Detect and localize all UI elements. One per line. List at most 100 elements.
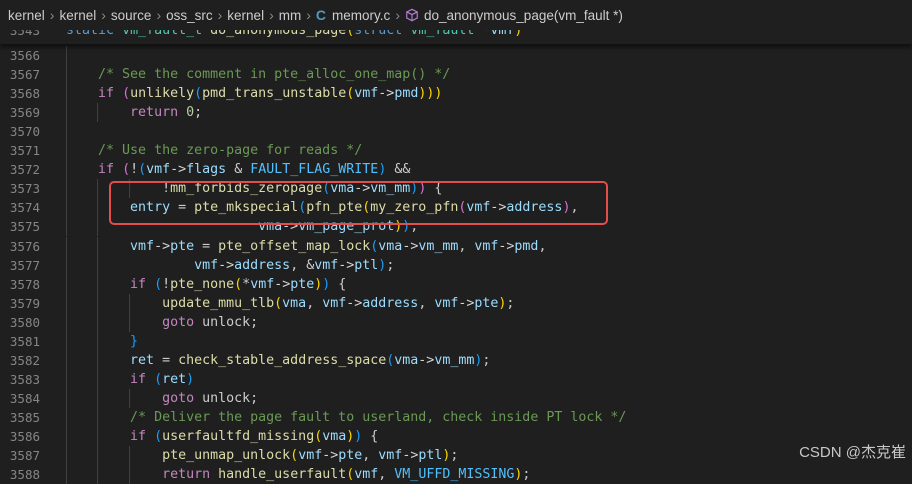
code-line[interactable]: 3576 vmf->pte = pte_offset_map_lock(vma-… (0, 236, 912, 256)
code-line[interactable]: 3588 return handle_userfault(vmf, VM_UFF… (0, 465, 912, 484)
code-line[interactable]: 3586 if (userfaultfd_missing(vma)) { (0, 427, 912, 446)
code-token: /* Use the zero-page for reads */ (98, 143, 363, 159)
code-token: ( (154, 276, 163, 292)
code-line[interactable]: 3582 ret = check_stable_address_space(vm… (0, 350, 912, 370)
code-token: ( (138, 162, 147, 178)
line-number: 3583 (9, 371, 40, 387)
line-number: 3586 (9, 429, 40, 444)
code-token: vmf (434, 295, 459, 311)
code-token: if (98, 162, 115, 178)
code-token: ( (194, 86, 203, 102)
code-token: ! (162, 181, 171, 197)
code-line[interactable]: 3580 goto unlock; (0, 312, 912, 332)
code-token: , & (290, 257, 315, 273)
breadcrumb-segment-mm[interactable]: mm (279, 8, 302, 23)
code-line[interactable]: 3571 /* Use the zero-page for reads */ (0, 141, 912, 161)
breadcrumb-segment-kernel-2[interactable]: kernel (59, 8, 96, 23)
code-text: /* See the comment in pte_alloc_one_map(… (66, 65, 450, 84)
code-line[interactable]: 3587 pte_unmap_unlock(vmf->pte, vmf->ptl… (0, 446, 912, 466)
code-token: { (426, 181, 443, 197)
code-token: ( (234, 276, 243, 292)
code-line[interactable]: 3575 vma->vm_page_prot)); (0, 217, 912, 237)
code-token: ) (186, 371, 195, 387)
cube-icon (405, 8, 419, 22)
line-number: 3577 (9, 257, 40, 273)
breadcrumb-symbol[interactable]: do_anonymous_page(vm_fault *) (424, 8, 623, 23)
code-token: ; (522, 467, 531, 483)
code-token: vmf (146, 162, 171, 178)
code-line[interactable]: 3581 } (0, 331, 912, 351)
code-token: vma (258, 219, 283, 235)
chevron-right-icon: › (395, 7, 400, 23)
code-token: ( (122, 162, 131, 178)
code-token: vma (322, 429, 347, 444)
line-number: 3568 (9, 86, 40, 102)
code-text: if (!pte_none(*vmf->pte)) { (66, 275, 346, 294)
code-text: /* Use the zero-page for reads */ (66, 141, 362, 160)
breadcrumb-segment-kernel[interactable]: kernel (8, 8, 45, 23)
code-text: goto unlock; (66, 313, 258, 332)
code-text: vmf->pte = pte_offset_map_lock(vma->vm_m… (66, 237, 546, 256)
c-file-icon: C (315, 7, 327, 23)
code-token: ptl (354, 257, 379, 273)
code-token: pte (474, 295, 499, 311)
code-token: pmd_trans_unstable (202, 86, 347, 102)
code-line[interactable]: 3584 goto unlock; (0, 388, 912, 408)
code-line[interactable]: 3585 /* Deliver the page fault to userla… (0, 407, 912, 427)
code-token: ! (162, 276, 171, 292)
code-token: ; (410, 219, 419, 235)
code-line[interactable]: 3579 update_mmu_tlb(vma, vmf->address, v… (0, 293, 912, 313)
breadcrumb-segment-kernel-3[interactable]: kernel (227, 8, 264, 23)
code-line[interactable]: 3572 if (!(vmf->flags & FAULT_FLAG_WRITE… (0, 160, 912, 180)
code-text: vmf->address, &vmf->ptl); (66, 256, 394, 275)
breadcrumb-segment-oss-src[interactable]: oss_src (166, 8, 213, 23)
code-token: ))) (418, 86, 443, 102)
code-token: vmf (194, 257, 219, 273)
code-token: ; (386, 257, 395, 273)
code-token: ; (482, 352, 491, 368)
line-number: 3584 (9, 390, 40, 406)
code-token: -> (322, 448, 339, 464)
code-text: } (66, 332, 138, 351)
code-token: ( (290, 448, 299, 464)
code-line[interactable]: 3583 if (ret) (0, 369, 912, 389)
code-text: goto unlock; (66, 389, 258, 408)
code-line[interactable]: 3567 /* See the comment in pte_alloc_one… (0, 65, 912, 85)
breadcrumb-file[interactable]: memory.c (332, 8, 390, 23)
code-token: ; (450, 448, 459, 464)
code-token: my_zero_pfn (370, 200, 459, 216)
code-token: -> (170, 162, 187, 178)
code-token: = (170, 200, 195, 216)
code-line[interactable]: 3568 if (unlikely(pmd_trans_unstable(vmf… (0, 84, 912, 104)
breadcrumb-segment-source[interactable]: source (111, 8, 152, 23)
code-line[interactable]: 3578 if (!pte_none(*vmf->pte)) { (0, 274, 912, 294)
code-line[interactable]: 3566 (0, 46, 912, 65)
code-token: entry (130, 200, 171, 216)
code-token: * (242, 276, 251, 292)
code-line[interactable]: 3574 entry = pte_mkspecial(pfn_pte(my_ze… (0, 198, 912, 218)
code-line[interactable]: 3569 return 0; (0, 103, 912, 123)
line-number: 3572 (9, 162, 40, 178)
code-line[interactable]: 3577 vmf->address, &vmf->ptl); (0, 255, 912, 275)
line-number: 3578 (9, 276, 40, 292)
code-token: unlikely (130, 86, 195, 102)
code-text: pte_unmap_unlock(vmf->pte, vmf->ptl); (66, 446, 458, 465)
code-editor[interactable]: 3566 3567 /* See the comment in pte_alloc… (0, 0, 912, 484)
code-token: , (306, 295, 323, 311)
code-token: , (362, 448, 379, 464)
code-line[interactable]: 3573 !mm_forbids_zeropage(vma->vm_mm)) { (0, 179, 912, 199)
code-token: vmf (354, 467, 379, 483)
code-token: -> (498, 238, 515, 254)
code-token: update_mmu_tlb (162, 295, 275, 311)
code-line[interactable]: 3570 (0, 122, 912, 142)
code-token: vmf (466, 200, 491, 216)
code-token: ret (162, 371, 187, 387)
